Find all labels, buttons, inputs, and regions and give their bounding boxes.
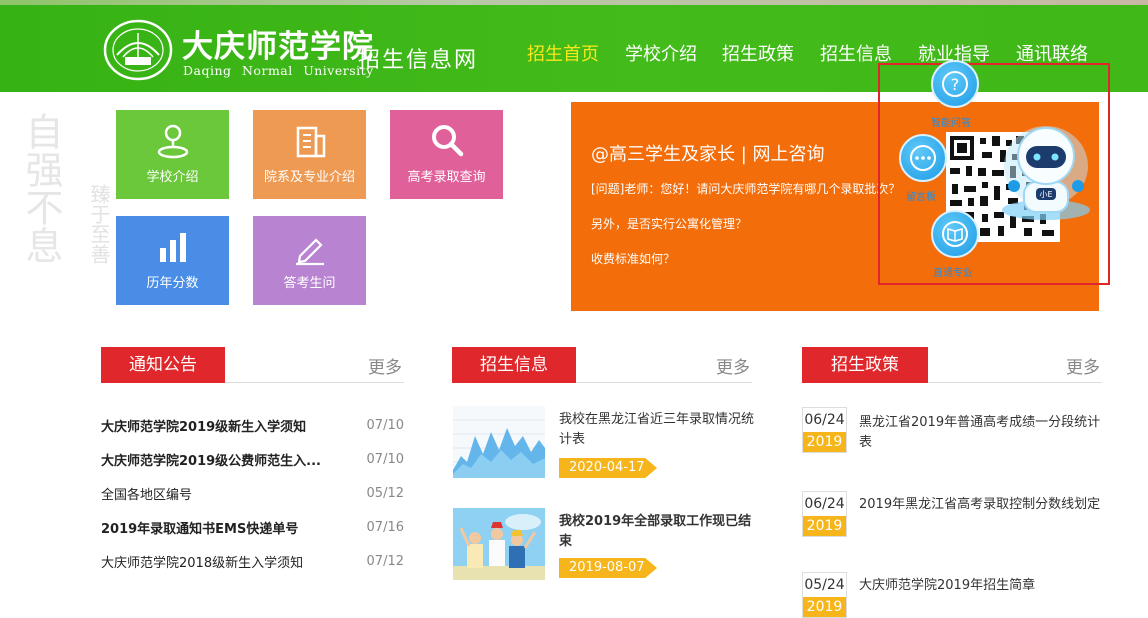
notice-item-title[interactable]: 大庆师范学院2018级新生入学须知 bbox=[101, 552, 303, 571]
policy-date-badge: 05/24 2019 bbox=[802, 572, 847, 618]
policy-item-title[interactable]: 2019年黑龙江省高考录取控制分数线划定 bbox=[859, 495, 1104, 515]
svg-text:?: ? bbox=[951, 75, 960, 94]
tile-answer-questions[interactable]: 答考生问 bbox=[253, 216, 366, 305]
notice-item[interactable]: 大庆师范学院2019级新生入学须知 07/10 bbox=[101, 416, 404, 436]
site-name: 招生信息网 bbox=[358, 48, 479, 73]
notice-item[interactable]: 大庆师范学院2019级公费师范生入... 07/10 bbox=[101, 450, 404, 470]
tile-school-intro-label: 学校介绍 bbox=[146, 170, 199, 185]
policy-date-badge: 06/24 2019 bbox=[802, 407, 847, 453]
bar-chart-icon bbox=[159, 233, 186, 262]
consult-question-2[interactable]: 另外，是否实行公寓化管理？ bbox=[591, 215, 747, 232]
question-icon: ? bbox=[942, 71, 968, 97]
policy-date-badge: 06/24 2019 bbox=[802, 491, 847, 537]
building-icon bbox=[296, 126, 325, 158]
notice-item-title[interactable]: 全国各地区编号 bbox=[101, 484, 192, 503]
tile-answer-questions-label: 答考生问 bbox=[283, 276, 336, 291]
smart-qa-label: 智能问答 bbox=[931, 118, 971, 129]
policy-date-md: 05/24 bbox=[804, 577, 845, 593]
info-section-header: 招生信息 更多 bbox=[452, 347, 752, 383]
policy-date-year: 2019 bbox=[803, 432, 846, 452]
background-calligraphy-motto: 自强不息 bbox=[19, 112, 63, 264]
direct-major-label: 直通专业 bbox=[933, 268, 973, 279]
chat-dots-icon bbox=[910, 145, 936, 171]
info-item-title[interactable]: 我校2019年全部录取工作现已结束 bbox=[559, 512, 764, 552]
policy-date-md: 06/24 bbox=[804, 496, 845, 512]
consult-title[interactable]: @高三学生及家长 | 网上咨询 bbox=[591, 140, 825, 166]
notice-section-title: 通知公告 bbox=[101, 347, 225, 383]
search-icon bbox=[431, 125, 463, 157]
info-item-date: 2019-08-07 bbox=[559, 558, 657, 578]
tile-historical-scores[interactable]: 历年分数 bbox=[116, 216, 229, 305]
policy-section-title: 招生政策 bbox=[802, 347, 928, 383]
consult-question-3[interactable]: 收费标准如何？ bbox=[591, 250, 675, 267]
policy-more-link[interactable]: 更多 bbox=[1066, 353, 1100, 378]
tile-admission-query[interactable]: 高考录取查询 bbox=[390, 110, 503, 199]
location-pin-icon bbox=[157, 124, 188, 159]
notice-item-date: 07/10 bbox=[366, 452, 404, 467]
nav-policy[interactable]: 招生政策 bbox=[722, 40, 794, 66]
edit-pen-icon bbox=[295, 238, 324, 266]
notice-item-title[interactable]: 大庆师范学院2019级公费师范生入... bbox=[101, 450, 321, 469]
tile-admission-query-label: 高考录取查询 bbox=[407, 170, 486, 185]
notice-section-header: 通知公告 更多 bbox=[101, 347, 404, 383]
smart-qa-button[interactable]: ? bbox=[931, 60, 979, 108]
policy-item-title[interactable]: 黑龙江省2019年普通高考成绩一分段统计表 bbox=[859, 413, 1104, 453]
students-photo[interactable] bbox=[453, 508, 545, 580]
policy-section-header: 招生政策 更多 bbox=[802, 347, 1102, 383]
info-item-title[interactable]: 我校在黑龙江省近三年录取情况统计表 bbox=[559, 410, 764, 450]
notice-item-date: 05/12 bbox=[366, 486, 404, 501]
direct-major-button[interactable] bbox=[931, 210, 979, 258]
notice-item-date: 07/12 bbox=[366, 554, 404, 569]
info-more-link[interactable]: 更多 bbox=[716, 353, 750, 378]
notice-item-title[interactable]: 2019年录取通知书EMS快递单号 bbox=[101, 518, 298, 537]
nav-school-intro[interactable]: 学校介绍 bbox=[625, 40, 697, 66]
book-icon bbox=[942, 221, 968, 247]
notice-item-title[interactable]: 大庆师范学院2019级新生入学须知 bbox=[101, 416, 306, 435]
school-seal-logo[interactable] bbox=[103, 19, 173, 81]
tile-departments[interactable]: 院系及专业介绍 bbox=[253, 110, 366, 199]
notice-item[interactable]: 2019年录取通知书EMS快递单号 07/16 bbox=[101, 518, 404, 538]
info-section-title: 招生信息 bbox=[452, 347, 576, 383]
policy-date-year: 2019 bbox=[803, 597, 846, 617]
policy-item-title[interactable]: 大庆师范学院2019年招生简章 bbox=[859, 576, 1104, 596]
notice-item[interactable]: 全国各地区编号 05/12 bbox=[101, 484, 404, 504]
chart-thumbnail[interactable] bbox=[453, 406, 545, 478]
notice-more-link[interactable]: 更多 bbox=[368, 353, 402, 378]
policy-date-md: 06/24 bbox=[804, 412, 845, 428]
tile-departments-label: 院系及专业介绍 bbox=[263, 170, 355, 185]
background-calligraphy-motto-2: 臻于至善 bbox=[87, 184, 111, 264]
message-board-label: 留言板 bbox=[906, 192, 936, 203]
school-name: 大庆师范学院 bbox=[182, 29, 374, 65]
notice-item-date: 07/10 bbox=[366, 418, 404, 433]
policy-date-year: 2019 bbox=[803, 516, 846, 536]
tile-historical-scores-label: 历年分数 bbox=[146, 276, 199, 291]
notice-item-date: 07/16 bbox=[366, 520, 404, 535]
notice-item[interactable]: 大庆师范学院2018级新生入学须知 07/12 bbox=[101, 552, 404, 572]
nav-home[interactable]: 招生首页 bbox=[527, 40, 599, 66]
message-board-button[interactable] bbox=[899, 134, 947, 182]
consult-question-1[interactable]: [问题]老师：您好！请问大庆师范学院有哪几个录取批次？ bbox=[591, 180, 900, 197]
school-name-en: Daqing Normal University bbox=[183, 63, 374, 78]
info-item-date: 2020-04-17 bbox=[559, 458, 657, 478]
tile-school-intro[interactable]: 学校介绍 bbox=[116, 110, 229, 199]
